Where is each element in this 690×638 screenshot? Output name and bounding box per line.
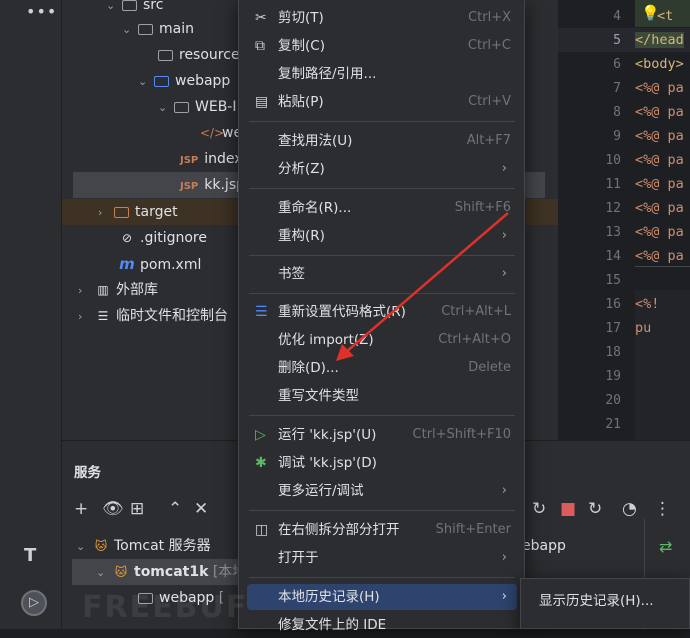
arrow-line xyxy=(345,212,509,353)
watermark: FREEBUF xyxy=(82,590,249,625)
annotation-arrow xyxy=(336,212,509,361)
